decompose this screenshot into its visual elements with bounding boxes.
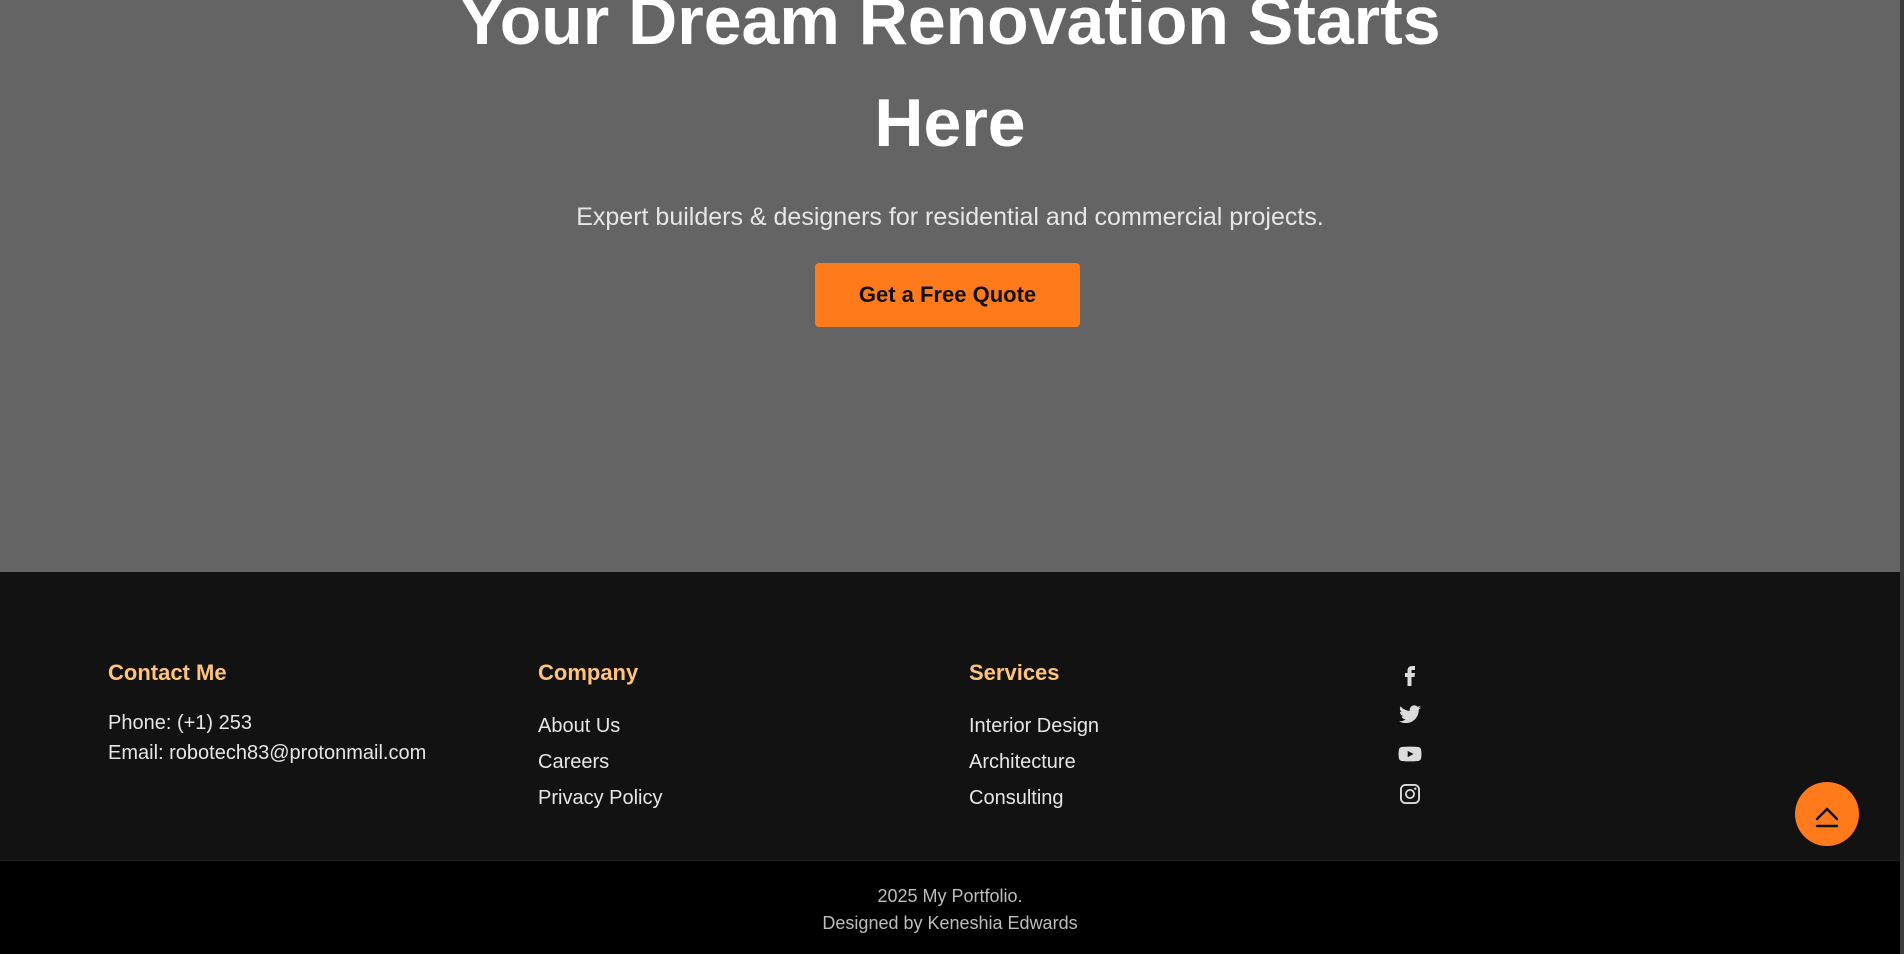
company-heading: Company (538, 660, 639, 685)
footer-contact-column: Contact Me Phone: (+1) 253 Email: robote… (108, 660, 426, 768)
twitter-icon[interactable] (1398, 702, 1422, 726)
scrollbar-thumb[interactable] (1900, 0, 1904, 954)
footer: Contact Me Phone: (+1) 253 Email: robote… (0, 572, 1900, 860)
chevron-up-icon (1815, 807, 1839, 827)
instagram-icon[interactable] (1398, 782, 1422, 806)
copyright-bar: 2025 My Portfolio. Designed by Keneshia … (0, 860, 1900, 954)
youtube-icon[interactable] (1398, 742, 1422, 766)
careers-link[interactable]: Careers (538, 744, 662, 780)
services-heading: Services (969, 660, 1060, 685)
contact-email[interactable]: Email: robotech83@protonmail.com (108, 738, 426, 768)
consulting-link[interactable]: Consulting (969, 780, 1099, 816)
back-to-top-button[interactable] (1795, 782, 1859, 846)
page-scrollbar[interactable] (1900, 0, 1904, 954)
facebook-icon[interactable] (1398, 662, 1422, 686)
contact-heading: Contact Me (108, 660, 227, 685)
designer-credit: Designed by Keneshia Edwards (822, 913, 1078, 933)
footer-company-column: Company About Us Careers Privacy Policy (538, 660, 662, 816)
footer-social-column (1398, 662, 1422, 822)
hero-subtitle: Expert builders & designers for resident… (576, 203, 1324, 231)
footer-services-column: Services Interior Design Architecture Co… (969, 660, 1099, 816)
contact-phone: Phone: (+1) 253 (108, 712, 252, 734)
hero-section: Your Dream Renovation Starts Here Expert… (0, 0, 1900, 572)
copyright-text: 2025 My Portfolio. (877, 886, 1023, 906)
privacy-policy-link[interactable]: Privacy Policy (538, 780, 662, 816)
page: Your Dream Renovation Starts Here Expert… (0, 0, 1904, 954)
hero-title: Your Dream Renovation Starts Here (459, 0, 1441, 161)
architecture-link[interactable]: Architecture (969, 744, 1099, 780)
get-quote-button[interactable]: Get a Free Quote (815, 263, 1080, 327)
about-us-link[interactable]: About Us (538, 708, 662, 744)
interior-design-link[interactable]: Interior Design (969, 708, 1099, 744)
